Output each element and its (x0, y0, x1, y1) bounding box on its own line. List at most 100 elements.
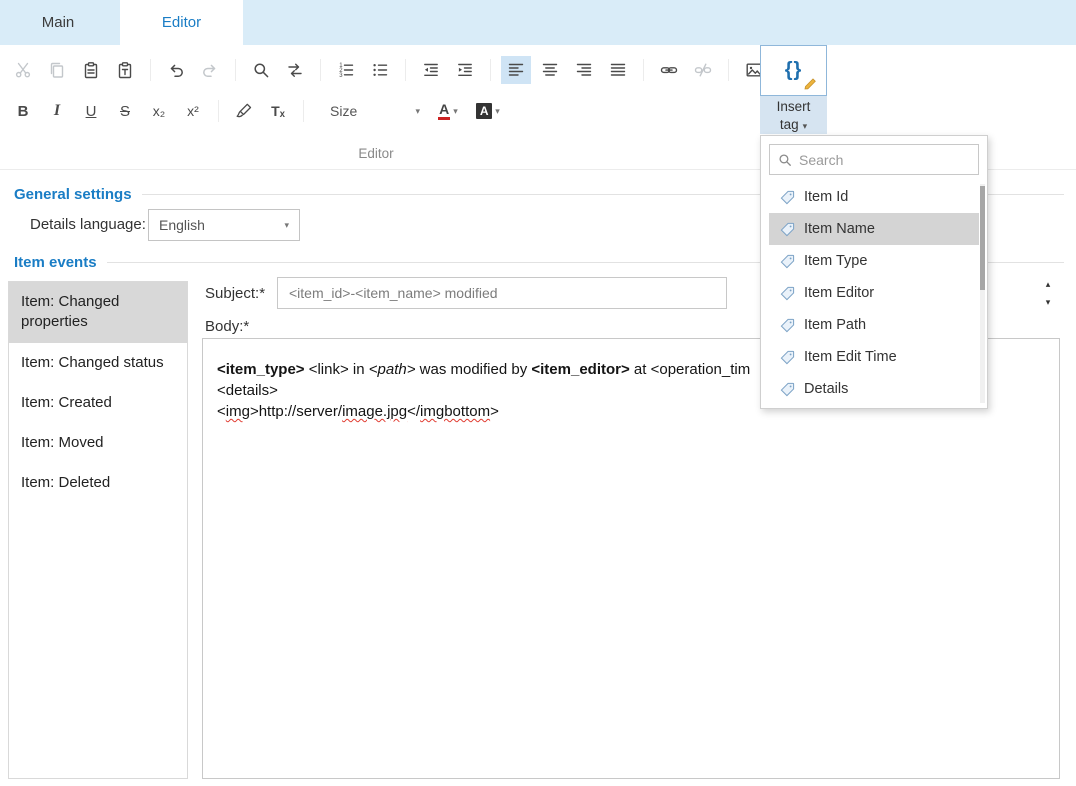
text-color-button[interactable]: A ▾ (430, 97, 466, 125)
body-text-segment: was modified by (415, 361, 531, 378)
event-item-created[interactable]: Item: Created (9, 383, 187, 423)
bulleted-list-icon (371, 61, 389, 79)
braces-icon: {} (785, 59, 803, 82)
svg-text:3: 3 (339, 73, 343, 79)
cut-button[interactable] (8, 56, 38, 84)
justify-icon (609, 61, 627, 79)
underline-icon: U (86, 103, 97, 120)
menu-item-details[interactable]: Details (769, 373, 979, 405)
toolbar-row-1: 123 (8, 56, 803, 84)
insert-tag-icon: {} (760, 45, 827, 96)
toolbar-separator (637, 57, 650, 83)
redo-button[interactable] (195, 56, 225, 84)
tag-icon (780, 190, 795, 205)
bulleted-list-button[interactable] (365, 56, 395, 84)
body-text-segment: <item_editor> (531, 361, 629, 378)
tab-main[interactable]: Main (20, 0, 96, 45)
search-icon (778, 153, 792, 167)
toolbar-row-2: B I U S x₂ x² Tₓ Size ▾ A ▾ A ▾ (8, 97, 506, 125)
details-language-label: Details language: (30, 216, 146, 233)
italic-button[interactable]: I (42, 97, 72, 125)
align-right-button[interactable] (569, 56, 599, 84)
misspelled-word: image.jpg (342, 403, 407, 420)
superscript-button[interactable]: x² (178, 97, 208, 125)
tag-icon (780, 350, 795, 365)
find-button[interactable] (246, 56, 276, 84)
insert-tag-button[interactable]: {} Insert tag▾ (760, 45, 827, 134)
menu-item-item-path[interactable]: Item Path (769, 309, 979, 341)
insert-link-button[interactable] (654, 56, 684, 84)
remove-link-button[interactable] (688, 56, 718, 84)
paste-plain-text-button[interactable] (110, 56, 140, 84)
toolbar-separator (722, 57, 735, 83)
menu-item-item-editor[interactable]: Item Editor (769, 277, 979, 309)
remove-format-icon: Tₓ (271, 103, 285, 119)
menu-item-label: Item Edit Time (804, 349, 897, 365)
number-stepper[interactable]: ▴ ▾ (1040, 280, 1056, 307)
event-item-changed-properties[interactable]: Item: Changed properties (9, 282, 187, 343)
misspelled-word: img (226, 403, 250, 420)
decrease-indent-button[interactable] (416, 56, 446, 84)
undo-icon (167, 61, 185, 79)
menu-item-label: Item Name (804, 221, 875, 237)
tab-editor[interactable]: Editor (120, 0, 243, 45)
undo-button[interactable] (161, 56, 191, 84)
misspelled-word: imgbottom (420, 403, 490, 420)
menu-search-input[interactable] (799, 152, 970, 168)
menu-item-item-edit-time[interactable]: Item Edit Time (769, 341, 979, 373)
remove-format-button[interactable]: Tₓ (263, 97, 293, 125)
menu-item-item-type[interactable]: Item Type (769, 245, 979, 277)
numbered-list-button[interactable]: 123 (331, 56, 361, 84)
toolbar-separator (484, 57, 497, 83)
spinner-down-icon[interactable]: ▾ (1046, 298, 1051, 307)
increase-indent-button[interactable] (450, 56, 480, 84)
format-brush-icon (235, 102, 253, 120)
menu-scrollbar[interactable] (980, 184, 985, 403)
tag-icon (780, 318, 795, 333)
subject-input[interactable] (277, 277, 727, 309)
menu-item-item-id[interactable]: Item Id (769, 181, 979, 213)
menu-search[interactable] (769, 144, 979, 175)
copy-button[interactable] (42, 56, 72, 84)
strikethrough-button[interactable]: S (110, 97, 140, 125)
numbered-list-icon: 123 (337, 61, 355, 79)
menu-scrollbar-thumb[interactable] (980, 186, 985, 290)
replace-button[interactable] (280, 56, 310, 84)
body-label: Body:* (205, 318, 249, 335)
toolbar-separator (297, 98, 310, 124)
event-item-moved[interactable]: Item: Moved (9, 423, 187, 463)
underline-button[interactable]: U (76, 97, 106, 125)
copy-formatting-button[interactable] (229, 97, 259, 125)
tag-icon (780, 382, 795, 397)
justify-button[interactable] (603, 56, 633, 84)
details-language-select[interactable]: English ▾ (148, 209, 300, 241)
font-size-select[interactable]: Size ▾ (324, 97, 426, 125)
toolbar-separator (229, 57, 242, 83)
bold-button[interactable]: B (8, 97, 38, 125)
event-item-deleted[interactable]: Item: Deleted (9, 463, 187, 503)
paste-icon (82, 61, 100, 79)
menu-item-label: Details (804, 381, 848, 397)
superscript-icon: x² (187, 103, 199, 119)
menu-item-item-name[interactable]: Item Name (769, 213, 979, 245)
unlink-icon (694, 61, 712, 79)
strikethrough-icon: S (120, 103, 130, 120)
insert-tag-menu: Item Id Item Name Item Type Item Editor … (760, 135, 988, 409)
insert-tag-label-area: Insert tag▾ (760, 96, 827, 134)
link-icon (660, 61, 678, 79)
tag-icon (780, 222, 795, 237)
tag-icon (780, 286, 795, 301)
align-center-button[interactable] (535, 56, 565, 84)
pencil-icon (803, 75, 819, 91)
background-color-button[interactable]: A ▾ (470, 97, 506, 125)
subscript-icon: x₂ (153, 103, 165, 119)
subscript-button[interactable]: x₂ (144, 97, 174, 125)
chevron-down-icon: ▾ (415, 106, 420, 117)
chevron-down-icon: ▾ (284, 220, 289, 231)
redo-icon (201, 61, 219, 79)
paste-button[interactable] (76, 56, 106, 84)
subject-label: Subject:* (205, 285, 265, 302)
spinner-up-icon[interactable]: ▴ (1046, 280, 1051, 289)
align-left-button[interactable] (501, 56, 531, 84)
event-item-changed-status[interactable]: Item: Changed status (9, 343, 187, 383)
